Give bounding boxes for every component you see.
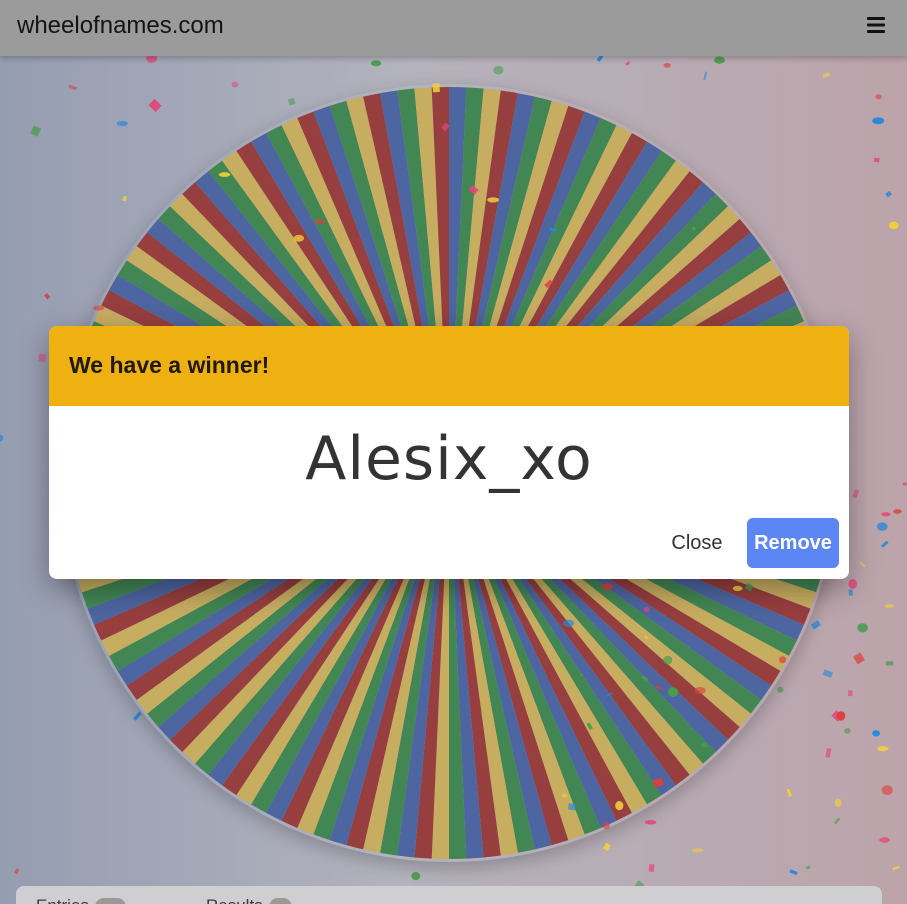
confetti-piece	[885, 661, 894, 666]
confetti-piece	[844, 728, 851, 734]
confetti-piece	[859, 561, 866, 568]
confetti-piece	[805, 865, 811, 870]
confetti-piece	[857, 623, 868, 633]
results-count-badge	[268, 897, 293, 904]
entries-count-badge	[94, 897, 126, 904]
entries-results-panel: Entries Results	[16, 886, 882, 904]
dialog-title: We have a winner!	[69, 352, 270, 378]
confetti-piece	[493, 65, 504, 75]
confetti-piece	[0, 434, 4, 442]
hamburger-menu-icon[interactable]	[867, 16, 885, 34]
confetti-piece	[888, 221, 899, 230]
confetti-piece	[789, 869, 798, 875]
winner-name: Alesix_xo	[305, 424, 593, 494]
winner-dialog: We have a winner! Alesix_xo Close Remove	[49, 326, 849, 579]
tab-results-label: Results	[206, 896, 263, 904]
confetti-piece	[44, 293, 51, 300]
close-button[interactable]: Close	[659, 518, 735, 568]
confetti-piece	[38, 353, 47, 363]
tab-entries-label: Entries	[36, 896, 89, 904]
confetti-piece	[714, 56, 725, 64]
confetti-piece	[847, 690, 853, 697]
confetti-piece	[648, 863, 655, 873]
remove-button[interactable]: Remove	[747, 518, 839, 568]
top-app-bar: wheelofnames.com	[0, 0, 907, 56]
confetti-piece	[625, 61, 631, 66]
site-name[interactable]: wheelofnames.com	[17, 12, 224, 40]
confetti-piece	[881, 540, 889, 548]
confetti-piece	[873, 157, 880, 163]
confetti-piece	[852, 489, 860, 499]
confetti-piece	[872, 730, 880, 737]
tab-entries[interactable]: Entries	[36, 896, 126, 904]
confetti-piece	[853, 652, 866, 665]
confetti-piece	[875, 94, 882, 100]
confetti-piece	[703, 71, 708, 81]
confetti-piece	[822, 72, 831, 79]
confetti-piece	[877, 746, 889, 752]
confetti-piece	[411, 872, 421, 881]
tab-results[interactable]: Results	[206, 896, 293, 904]
confetti-piece	[877, 522, 888, 531]
confetti-piece	[596, 56, 604, 62]
confetti-piece	[885, 190, 893, 198]
confetti-piece	[848, 589, 853, 596]
confetti-piece	[893, 509, 902, 514]
confetti-piece	[848, 579, 858, 589]
confetti-piece	[146, 56, 158, 63]
confetti-piece	[14, 868, 20, 875]
confetti-piece	[881, 785, 893, 795]
confetti-piece	[881, 512, 891, 517]
confetti-piece	[30, 125, 42, 137]
confetti-piece	[892, 865, 900, 871]
confetti-piece	[872, 117, 885, 125]
confetti-piece	[902, 482, 907, 486]
confetti-piece	[663, 63, 671, 68]
dialog-header: We have a winner!	[49, 326, 849, 406]
confetti-piece	[879, 837, 890, 843]
confetti-piece	[884, 603, 895, 608]
confetti-piece	[370, 60, 382, 67]
